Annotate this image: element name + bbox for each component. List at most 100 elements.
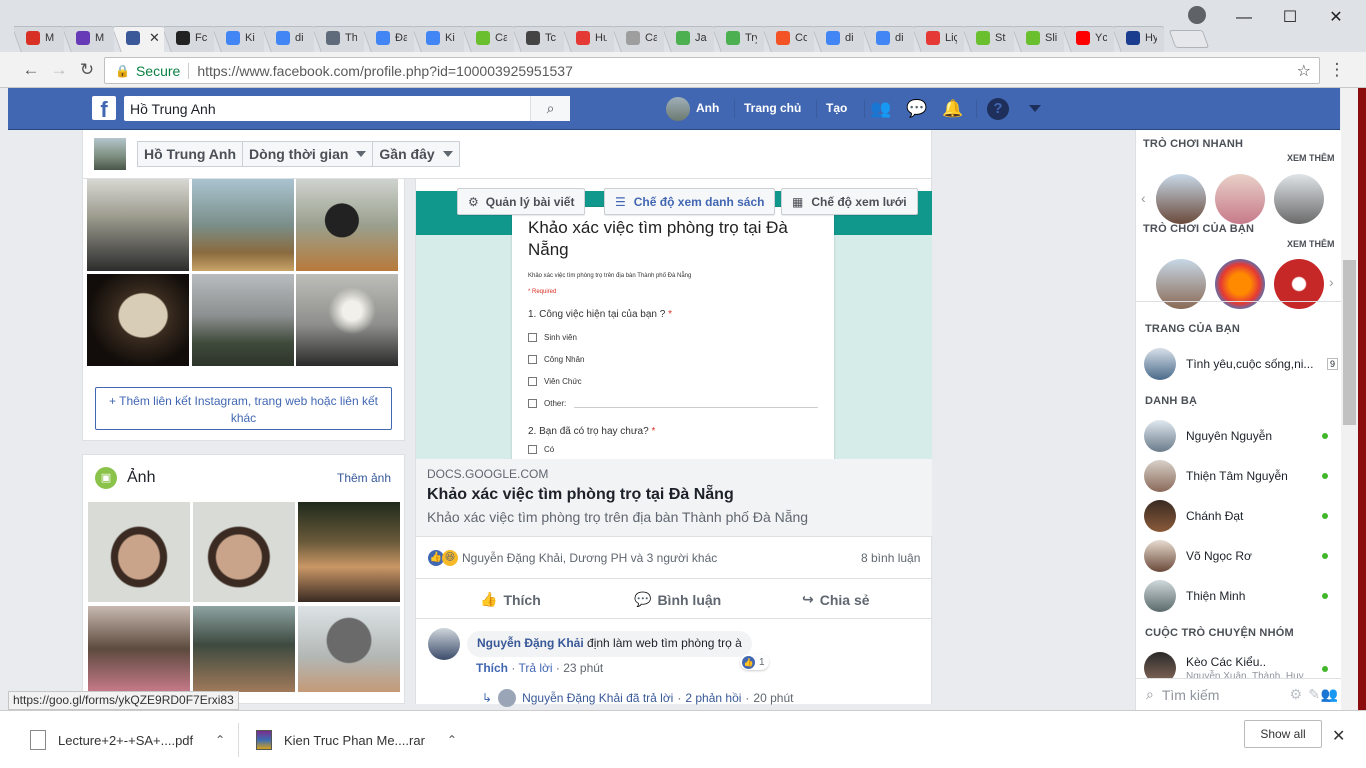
game-icon[interactable] [1215,174,1265,224]
photos-title[interactable]: Ảnh [127,469,155,487]
browser-tab[interactable]: Ca [614,24,664,52]
show-all-downloads-button[interactable]: Show all [1244,720,1322,748]
group-icon[interactable]: 👥 [1321,686,1338,703]
facebook-search-input[interactable]: Hồ Trung Anh ⌕ [124,96,570,121]
browser-tab[interactable]: di [864,24,914,52]
browser-tab[interactable]: M [14,24,64,52]
contact-item[interactable]: Võ Ngọc Rơ [1144,540,1336,572]
reply-summary[interactable]: ↳ Nguyễn Đặng Khải đã trả lời · 2 phản h… [482,689,793,707]
download-item[interactable]: Kien Truc Phan Me....rar ⌃ [256,723,457,757]
intro-photo[interactable] [87,179,189,271]
chevron-up-icon[interactable]: ⌃ [447,733,457,747]
download-item[interactable]: Lecture+2+-+SA+....pdf ⌃ [30,723,225,757]
intro-photo[interactable] [296,274,398,366]
chevron-right-icon[interactable]: › [1329,274,1334,290]
like-button[interactable]: 👍 Thích [480,591,541,608]
help-icon[interactable]: ? [987,98,1009,120]
chevron-left-icon[interactable]: ‹ [1141,190,1146,206]
browser-tab[interactable]: Yc [1064,24,1114,52]
browser-tab[interactable]: Đa [364,24,414,52]
browser-tab[interactable]: Liç [914,24,964,52]
game-icon[interactable] [1274,174,1324,224]
scrollbar-thumb[interactable] [1343,260,1356,425]
profile-icon[interactable] [1188,6,1206,24]
gear-icon[interactable]: ⚙ [1289,686,1302,703]
close-tab-icon[interactable]: ✕ [149,30,160,46]
timeline-dropdown[interactable]: Dòng thời gian [243,142,374,166]
breadcrumb-name[interactable]: Hồ Trung Anh [138,142,244,166]
reactions-summary[interactable]: 👍 😆 Nguyễn Đặng Khải, Dương PH và 3 ngườ… [428,550,717,566]
contact-item[interactable]: Nguyên Nguyễn [1144,420,1336,452]
close-window-button[interactable]: ✕ [1322,8,1350,28]
browser-menu-icon[interactable]: ⋮ [1326,60,1348,80]
maximize-button[interactable]: ☐ [1276,8,1304,28]
comment-count[interactable]: 8 bình luận [861,551,920,565]
new-tab-button[interactable] [1168,30,1210,48]
photo-thumbnail[interactable] [298,502,400,602]
game-icon[interactable] [1156,174,1206,224]
contact-item[interactable]: Thiện Minh [1144,580,1336,612]
browser-tab[interactable]: Hy [1114,24,1164,52]
address-bar[interactable]: 🔒 Secure https://www.facebook.com/profil… [104,57,1320,84]
close-downloads-icon[interactable]: ✕ [1332,726,1345,746]
grid-view-button[interactable]: ▦ Chế độ xem lưới [781,188,918,215]
notifications-icon[interactable]: 🔔 [942,98,964,120]
see-more-link[interactable]: XEM THÊM [1287,153,1335,163]
browser-tab[interactable]: Sli [1014,24,1064,52]
comment-author[interactable]: Nguyễn Đặng Khải [477,636,584,650]
avatar[interactable] [428,628,460,660]
add-link-button[interactable]: + Thêm liên kết Instagram, trang web hoặ… [95,387,392,430]
browser-tab[interactable]: Ja [664,24,714,52]
url-text[interactable]: https://www.facebook.com/profile.php?id=… [197,63,573,79]
photo-thumbnail[interactable] [298,606,400,692]
link-preview-image[interactable]: Khảo xác việc tìm phòng trọ tại Đà Nẵng … [416,191,932,459]
manage-posts-button[interactable]: ⚙ Quản lý bài viết [457,188,586,215]
contact-item[interactable]: Thiện Tâm Nguyễn [1144,460,1336,492]
facebook-logo-icon[interactable]: f [92,96,116,120]
reload-button[interactable]: ↻ [76,60,98,80]
add-photos-link[interactable]: Thêm ảnh [337,471,391,485]
forward-button[interactable]: → [48,60,70,80]
photo-thumbnail[interactable] [193,606,295,692]
chat-search-input[interactable]: ⌕ Tìm kiếm ⚙ ✎ 👥 [1136,678,1342,710]
intro-photo[interactable] [192,179,294,271]
browser-tab[interactable]: Fc [164,24,214,52]
avatar[interactable] [94,138,126,170]
browser-tab[interactable]: ✕ [114,24,164,52]
browser-tab[interactable]: St [964,24,1014,52]
create-link[interactable]: Tạo [826,101,847,115]
browser-tab[interactable]: Tc [514,24,564,52]
browser-tab[interactable]: Ca [464,24,514,52]
comment-button[interactable]: 💬 Bình luận [634,591,721,608]
messenger-icon[interactable]: 💬 [906,98,928,120]
browser-tab[interactable]: Try [714,24,764,52]
list-view-button[interactable]: ☰ Chế độ xem danh sách [604,188,776,215]
share-button[interactable]: ↪ Chia sẻ [802,591,870,608]
back-button[interactable]: ← [20,60,42,80]
link-info[interactable]: DOCS.GOOGLE.COM Khảo xác việc tìm phòng … [416,459,932,537]
chevron-up-icon[interactable]: ⌃ [215,733,225,747]
photo-thumbnail[interactable] [193,502,295,602]
browser-tab[interactable]: Hu [564,24,614,52]
minimize-button[interactable]: — [1230,8,1258,28]
browser-tab[interactable]: M [64,24,114,52]
browser-tab[interactable]: Th [314,24,364,52]
photo-thumbnail[interactable] [88,606,190,692]
home-link[interactable]: Trang chủ [744,101,801,115]
intro-photo[interactable] [87,274,189,366]
intro-photo[interactable] [192,274,294,366]
browser-tab[interactable]: Ki [414,24,464,52]
photo-thumbnail[interactable] [88,502,190,602]
see-more-link[interactable]: XEM THÊM [1287,239,1335,249]
comment-like-link[interactable]: Thích [476,661,508,675]
page-item[interactable]: Tình yêu,cuộc sống,ni... 9 [1144,348,1338,380]
sort-dropdown[interactable]: Gần đây [373,142,458,166]
account-menu-icon[interactable] [1029,105,1041,112]
bookmark-star-icon[interactable]: ☆ [1297,61,1311,81]
avatar[interactable] [666,97,690,121]
profile-link[interactable]: Anh [696,101,719,115]
browser-tab[interactable]: Ki [214,24,264,52]
search-icon[interactable]: ⌕ [530,96,570,121]
comment-likes[interactable]: 👍 1 [740,654,769,670]
contact-item[interactable]: Chánh Đạt [1144,500,1336,532]
